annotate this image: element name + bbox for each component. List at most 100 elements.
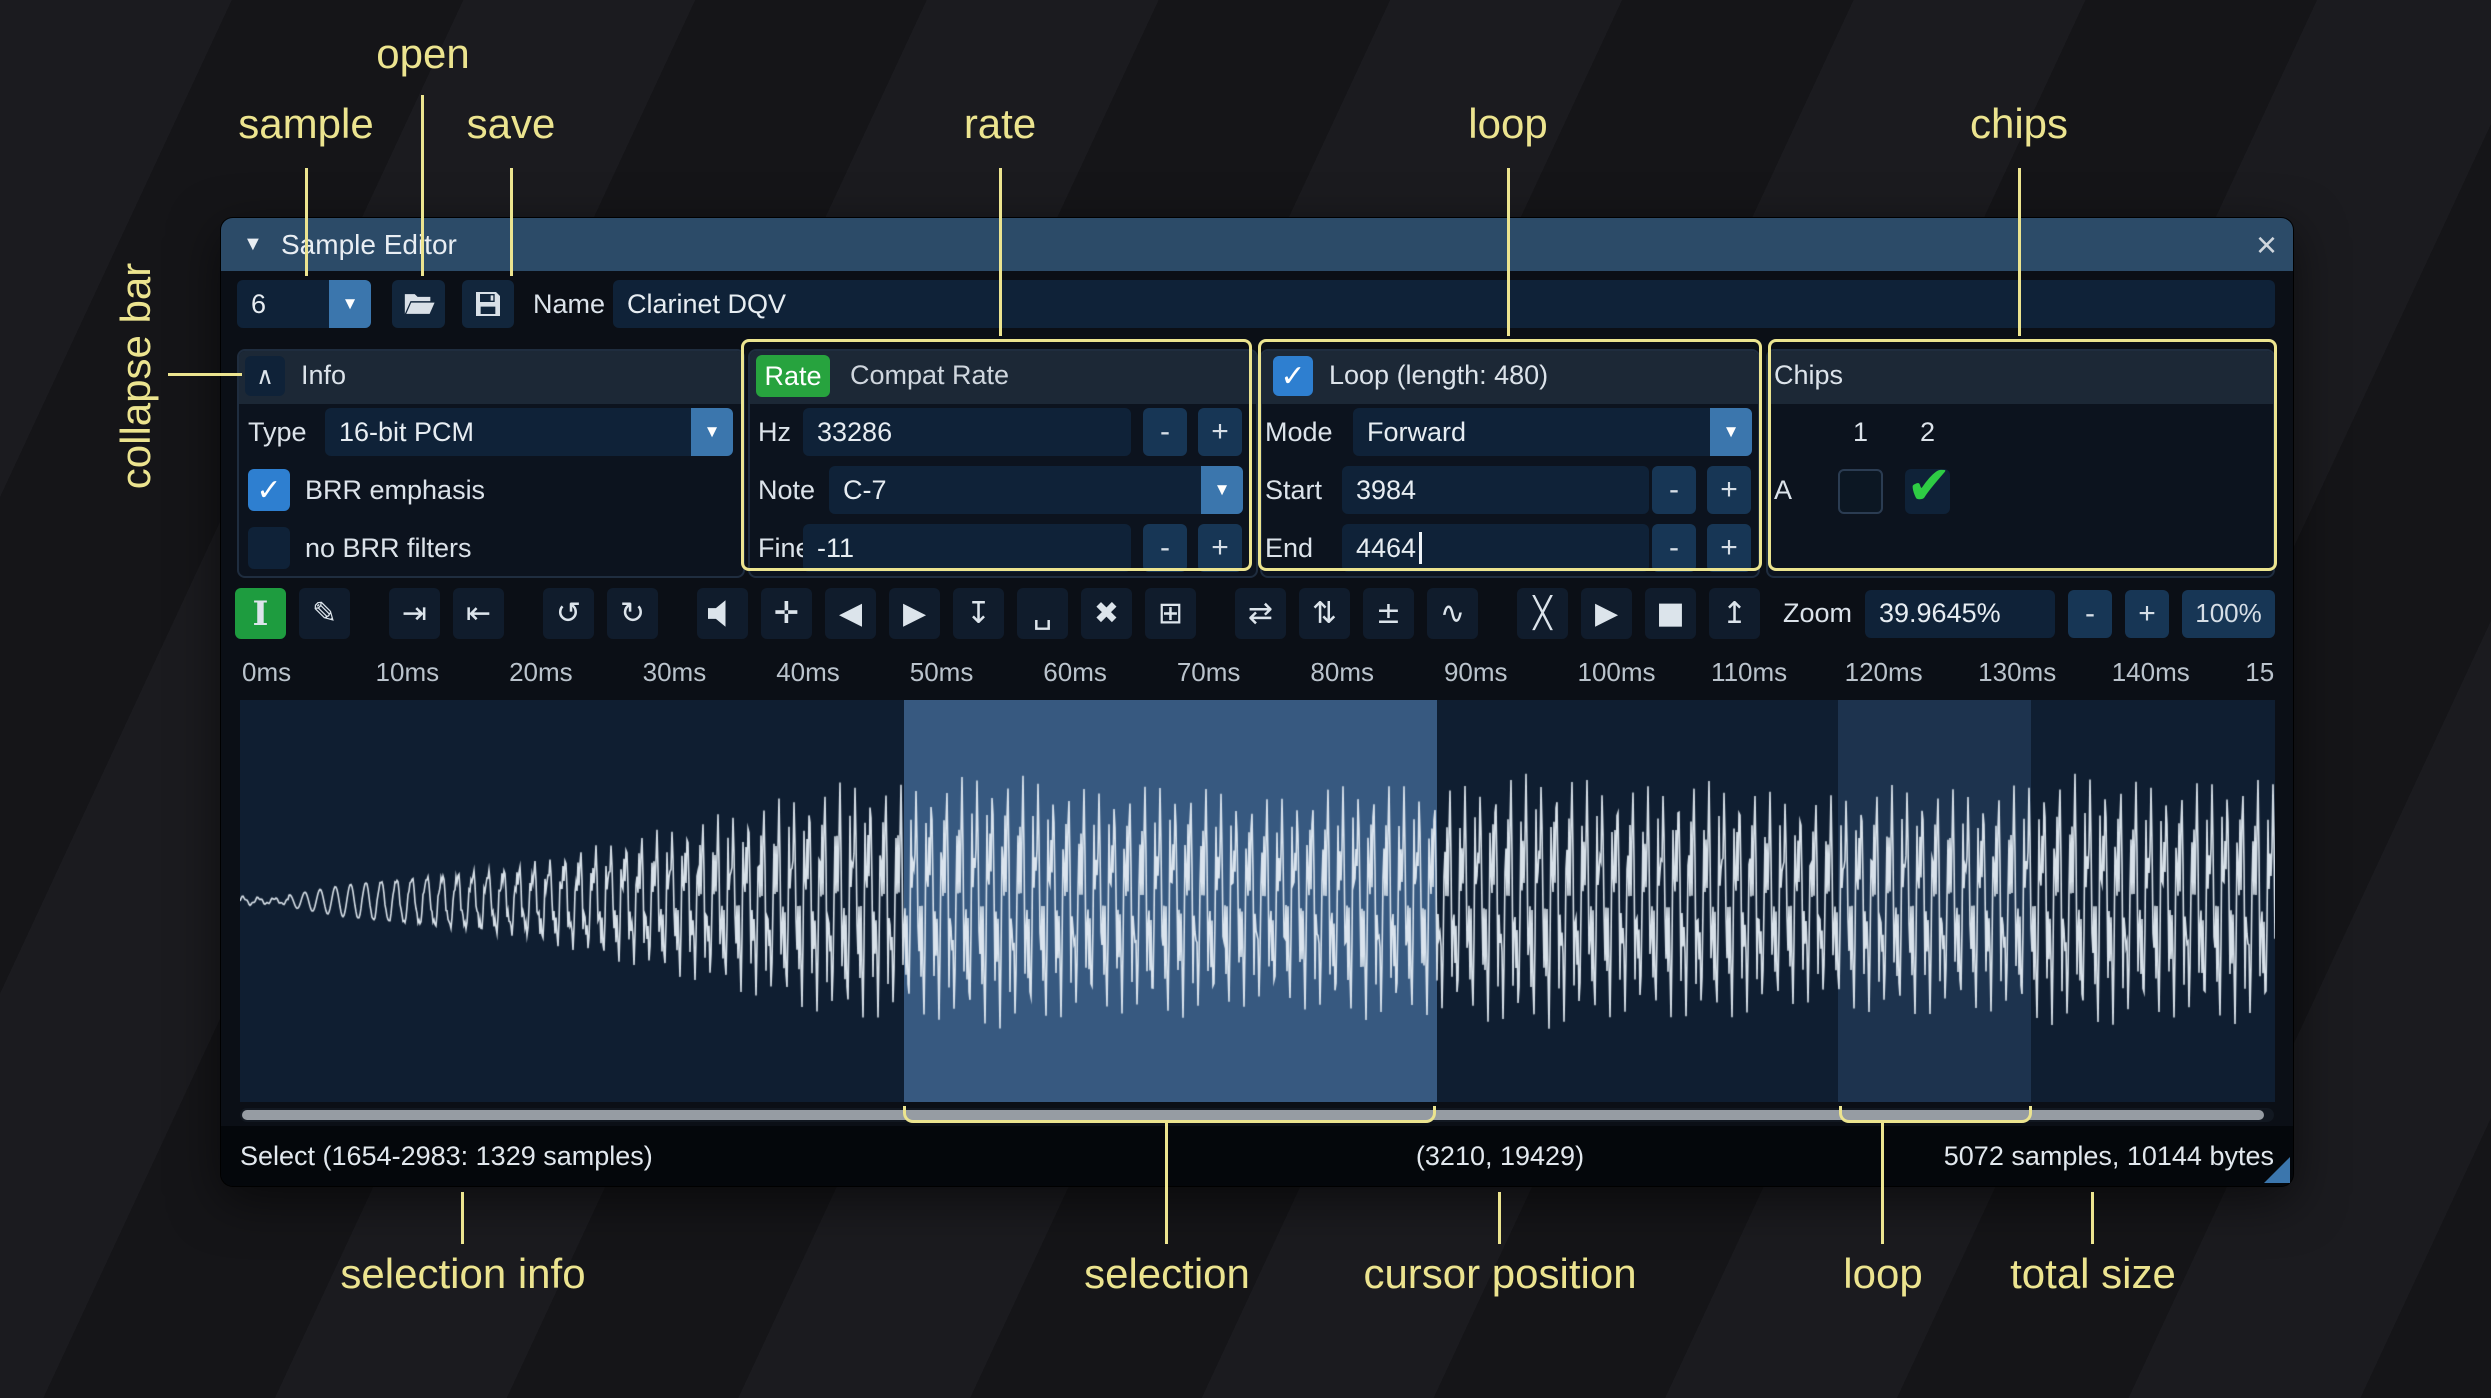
stop-preview-button[interactable]: ■ (1645, 588, 1696, 639)
annotation-bracket-loop (1839, 1106, 2032, 1123)
info-collapse-button[interactable]: ∧ (245, 356, 285, 396)
reverse-button[interactable]: ⇄ (1235, 588, 1286, 639)
zoom-input-value: 39.9645% (1879, 598, 2001, 628)
type-select-value: 16-bit PCM (339, 416, 475, 447)
annotation-sample: sample (238, 100, 374, 147)
check-icon: ✓ (256, 473, 282, 507)
annotation-line-save (510, 168, 513, 276)
ruler-label: 60ms (1043, 657, 1107, 687)
sign-convert-button[interactable]: ± (1363, 588, 1414, 639)
insert-silence-icon: ↧ (965, 595, 992, 631)
draw-tool-button[interactable]: ✎ (299, 588, 350, 639)
resize-button[interactable]: ⇥ (389, 588, 440, 639)
type-select-arrow[interactable]: ▼ (691, 408, 733, 456)
annotation-line-chips (2018, 168, 2021, 336)
resize-grip[interactable] (2264, 1157, 2290, 1183)
trim-button[interactable]: ⊞ (1145, 588, 1196, 639)
zoom-input[interactable]: 39.9645% (1865, 589, 2055, 638)
select-tool-button[interactable]: I (235, 588, 286, 639)
ruler-label: 130ms (1978, 657, 2057, 687)
sign-convert-icon: ± (1375, 595, 1402, 631)
resample-icon: ⇤ (465, 595, 492, 631)
titlebar[interactable]: ▼ Sample Editor × (221, 218, 2293, 271)
zoom-reset-button[interactable]: 100% (2182, 589, 2275, 638)
create-wavetable-button[interactable]: ↥ (1709, 588, 1760, 639)
type-select[interactable]: 16-bit PCM ▼ (325, 408, 733, 456)
annotation-loop-bottom: loop (1843, 1250, 1923, 1297)
annotation-chips: chips (1969, 100, 2069, 147)
sample-number-arrow[interactable]: ▼ (329, 280, 371, 328)
statusbar: Select (1654-2983: 1329 samples) (3210, … (221, 1126, 2293, 1186)
trim-icon: ⊞ (1157, 595, 1184, 631)
annotation-line-total-size (2091, 1192, 2094, 1244)
zoom-out-button[interactable]: - (2068, 589, 2112, 638)
name-input[interactable]: Clarinet DQV (613, 280, 2275, 328)
invert-icon: ⇅ (1311, 595, 1338, 631)
delete-icon: ✖ (1093, 595, 1120, 631)
status-cursor-position: (3210, 19429) (1415, 1140, 1585, 1171)
name-label: Name (533, 288, 606, 319)
zoom-label: Zoom (1782, 598, 1852, 628)
stop-preview-icon: ■ (1656, 595, 1685, 631)
info-header-label: Info (301, 359, 347, 390)
annotation-line-loop-bottom (1881, 1123, 1884, 1244)
fade-out-button[interactable]: ▶ (889, 588, 940, 639)
ruler-label: 110ms (1711, 657, 1788, 687)
annotation-line-open (421, 95, 424, 276)
annotation-total-size: total size (2010, 1250, 2176, 1297)
save-sample-button[interactable] (462, 280, 514, 328)
save-floppy-icon (476, 292, 500, 316)
annotation-selection-info: selection info (340, 1250, 586, 1297)
preview-icon: ▶ (1594, 595, 1619, 631)
preview-button[interactable]: ▶ (1581, 588, 1632, 639)
undo-button[interactable]: ↺ (543, 588, 594, 639)
sample-number-value: 6 (251, 288, 267, 319)
delete-button[interactable]: ✖ (1081, 588, 1132, 639)
zoom-in-button[interactable]: + (2125, 589, 2169, 638)
amplify-button[interactable] (697, 588, 748, 639)
close-icon[interactable]: × (2256, 218, 2277, 271)
draw-tool-icon: ✎ (311, 595, 338, 631)
resize-icon: ⇥ (401, 595, 428, 631)
apply-filter-button[interactable]: ∿ (1427, 588, 1478, 639)
ruler-label: 0ms (242, 657, 292, 687)
reverse-icon: ⇄ (1247, 595, 1274, 631)
annotation-box-chips (1768, 339, 2277, 571)
annotation-line-collapse-bar (168, 373, 242, 376)
normalize-button[interactable]: ✛ (761, 588, 812, 639)
annotation-line-loop (1507, 168, 1510, 336)
annotation-collapse-bar: collapse bar (112, 262, 159, 490)
zoom-group: Zoom 39.9645% - + 100% (1783, 588, 2275, 639)
crossfade-loop-icon: ╳ (1533, 595, 1552, 631)
brr-emphasis-label: BRR emphasis (305, 474, 486, 505)
normalize-icon: ✛ (773, 595, 800, 631)
ruler-label: 10ms (375, 657, 440, 687)
annotation-line-selection-info (461, 1192, 464, 1244)
resample-button[interactable]: ⇤ (453, 588, 504, 639)
sample-number-select[interactable]: 6 ▼ (237, 280, 371, 328)
ruler-label: 90ms (1443, 657, 1508, 687)
create-wavetable-icon: ↥ (1721, 595, 1748, 631)
annotation-cursor-position: cursor position (1363, 1250, 1637, 1297)
crossfade-loop-button[interactable]: ╳ (1517, 588, 1568, 639)
open-sample-button[interactable] (392, 280, 445, 328)
no-brr-filters-checkbox[interactable] (248, 527, 290, 569)
brr-emphasis-checkbox[interactable]: ✓ (248, 469, 290, 511)
invert-button[interactable]: ⇅ (1299, 588, 1350, 639)
apply-silence-button[interactable]: ␣ (1017, 588, 1068, 639)
toolbar-icons: I ✎ ⇥ ⇤ ↺ ↻ ✛ ◀ ▶ ↧ ␣ ✖ ⊞ ⇄ ⇅ ± ∿ ╳ ▶ ■ ↥ (235, 588, 1760, 639)
annotation-box-rate (741, 339, 1252, 571)
waveform-canvas[interactable] (240, 700, 2275, 1102)
ruler-label: 80ms (1310, 657, 1374, 687)
redo-button[interactable]: ↻ (607, 588, 658, 639)
time-ruler[interactable]: 0ms 10ms 20ms 30ms 40ms 50ms 60ms 70ms 80ms 90ms 1… (240, 649, 2275, 697)
waveform-view[interactable] (240, 700, 2275, 1102)
fade-in-button[interactable]: ◀ (825, 588, 876, 639)
annotation-line-cursor-position (1498, 1192, 1501, 1244)
annotation-save: save (466, 100, 556, 147)
window-collapse-icon[interactable]: ▼ (243, 218, 263, 271)
insert-silence-button[interactable]: ↧ (953, 588, 1004, 639)
ruler-label: 40ms (776, 657, 840, 687)
fade-out-icon: ▶ (902, 595, 927, 631)
ruler-label: 30ms (642, 657, 707, 687)
